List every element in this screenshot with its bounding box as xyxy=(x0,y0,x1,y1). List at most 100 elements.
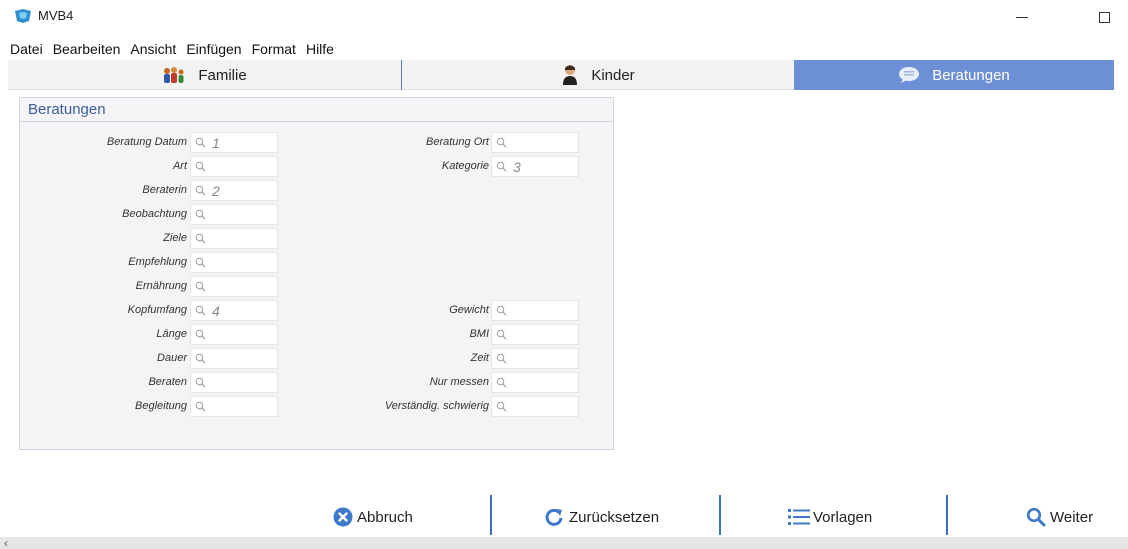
input-kategorie[interactable]: 3 xyxy=(491,156,579,177)
label-ernaehrung: Ernährung xyxy=(135,280,187,292)
search-icon xyxy=(195,233,206,244)
search-icon xyxy=(496,353,507,364)
label-zeit: Zeit xyxy=(470,352,489,364)
list-icon xyxy=(788,509,810,525)
app-logo-icon xyxy=(15,9,31,23)
bottom-toolbar: Abbruch Zurücksetzen Vorlagen Weiter xyxy=(0,495,1128,539)
tab-familie-label: Familie xyxy=(198,66,247,84)
input-gewicht[interactable] xyxy=(491,300,579,321)
family-icon xyxy=(162,66,186,84)
label-beobachtung: Beobachtung xyxy=(122,208,187,220)
search-icon xyxy=(496,401,507,412)
tab-familie[interactable]: Familie xyxy=(8,60,401,90)
search-icon xyxy=(195,137,206,148)
input-beobachtung[interactable] xyxy=(190,204,278,225)
minimize-button[interactable] xyxy=(1002,4,1042,30)
label-begleitung: Begleitung xyxy=(135,400,187,412)
label-beraten: Beraten xyxy=(148,376,187,388)
label-beratung-ort: Beratung Ort xyxy=(426,136,489,148)
input-value: 4 xyxy=(212,302,220,319)
search-icon xyxy=(195,161,206,172)
tab-bar: Familie Kinder Beratungen xyxy=(8,60,1114,90)
toolbar-separator xyxy=(490,495,492,535)
input-beraten[interactable] xyxy=(190,372,278,393)
input-ernaehrung[interactable] xyxy=(190,276,278,297)
input-value: 1 xyxy=(212,134,220,151)
label-bmi: BMI xyxy=(469,328,489,340)
input-laenge[interactable] xyxy=(190,324,278,345)
input-nur-messen[interactable] xyxy=(491,372,579,393)
input-begleitung[interactable] xyxy=(190,396,278,417)
input-beratung-datum[interactable]: 1 xyxy=(190,132,278,153)
input-value: 2 xyxy=(212,182,220,199)
input-beraterin[interactable]: 2 xyxy=(190,180,278,201)
input-value: 3 xyxy=(513,158,521,175)
label-kategorie: Kategorie xyxy=(441,160,489,172)
label-beratung-datum: Beratung Datum xyxy=(106,136,187,148)
label-ziele: Ziele xyxy=(163,232,187,244)
input-dauer[interactable] xyxy=(190,348,278,369)
input-art[interactable] xyxy=(190,156,278,177)
scroll-left-icon[interactable]: ‹ xyxy=(4,537,8,549)
search-icon xyxy=(496,377,507,388)
label-laenge: Länge xyxy=(156,328,187,340)
vorlagen-button[interactable]: Vorlagen xyxy=(788,503,872,531)
search-icon xyxy=(195,353,206,364)
label-beraterin: Beraterin xyxy=(142,184,187,196)
label-verstaendig-schwierig: Verständig. schwierig xyxy=(384,400,489,412)
search-icon xyxy=(496,161,507,172)
abbruch-label: Abbruch xyxy=(357,508,413,526)
input-ziele[interactable] xyxy=(190,228,278,249)
menu-datei[interactable]: Datei xyxy=(0,39,47,59)
menu-hilfe[interactable]: Hilfe xyxy=(300,39,338,59)
search-icon xyxy=(195,401,206,412)
abbruch-button[interactable]: Abbruch xyxy=(333,503,413,531)
cancel-icon xyxy=(333,507,353,527)
search-icon xyxy=(195,329,206,340)
menu-ansicht[interactable]: Ansicht xyxy=(124,39,180,59)
menu-bar: Datei Bearbeiten Ansicht Einfügen Format… xyxy=(0,39,338,59)
tab-kinder[interactable]: Kinder xyxy=(401,60,794,90)
beratungen-panel: Beratungen Beratung Datum 1 Art Beraterin 2 B… xyxy=(19,97,614,450)
maximize-button[interactable] xyxy=(1084,4,1124,30)
tab-beratungen-label: Beratungen xyxy=(932,66,1010,84)
vorlagen-label: Vorlagen xyxy=(813,508,873,526)
input-kopfumfang[interactable]: 4 xyxy=(190,300,278,321)
input-bmi[interactable] xyxy=(491,324,579,345)
search-icon xyxy=(195,281,206,292)
zuruecksetzen-label: Zurücksetzen xyxy=(569,508,660,526)
menu-bearbeiten[interactable]: Bearbeiten xyxy=(47,39,125,59)
panel-title: Beratungen xyxy=(28,101,106,118)
search-icon xyxy=(195,305,206,316)
weiter-label: Weiter xyxy=(1050,508,1094,526)
input-empfehlung[interactable] xyxy=(190,252,278,273)
tab-kinder-label: Kinder xyxy=(591,66,635,84)
window-title: MVB4 xyxy=(38,8,74,23)
search-icon xyxy=(1026,507,1046,527)
search-icon xyxy=(195,377,206,388)
search-icon xyxy=(195,257,206,268)
input-zeit[interactable] xyxy=(491,348,579,369)
refresh-icon xyxy=(545,508,563,526)
label-nur-messen: Nur messen xyxy=(429,376,489,388)
menu-einfuegen[interactable]: Einfügen xyxy=(180,39,245,59)
minimize-icon xyxy=(1016,16,1028,18)
search-icon xyxy=(496,329,507,340)
label-gewicht: Gewicht xyxy=(449,304,489,316)
toolbar-separator xyxy=(719,495,721,535)
menu-format[interactable]: Format xyxy=(246,39,300,59)
input-beratung-ort[interactable] xyxy=(491,132,579,153)
toolbar-separator xyxy=(946,495,948,535)
input-verstaendig-schwierig[interactable] xyxy=(491,396,579,417)
horizontal-scrollbar[interactable]: ‹ xyxy=(0,537,1128,549)
label-dauer: Dauer xyxy=(157,352,187,364)
weiter-button[interactable]: Weiter xyxy=(1026,503,1093,531)
tab-beratungen[interactable]: Beratungen xyxy=(794,60,1114,90)
label-kopfumfang: Kopfumfang xyxy=(127,304,187,316)
maximize-icon xyxy=(1098,11,1110,23)
panel-divider xyxy=(20,121,613,122)
speech-bubble-icon xyxy=(898,66,920,84)
zuruecksetzen-button[interactable]: Zurücksetzen xyxy=(544,503,659,531)
search-icon xyxy=(195,209,206,220)
title-bar: MVB4 xyxy=(0,0,1128,34)
